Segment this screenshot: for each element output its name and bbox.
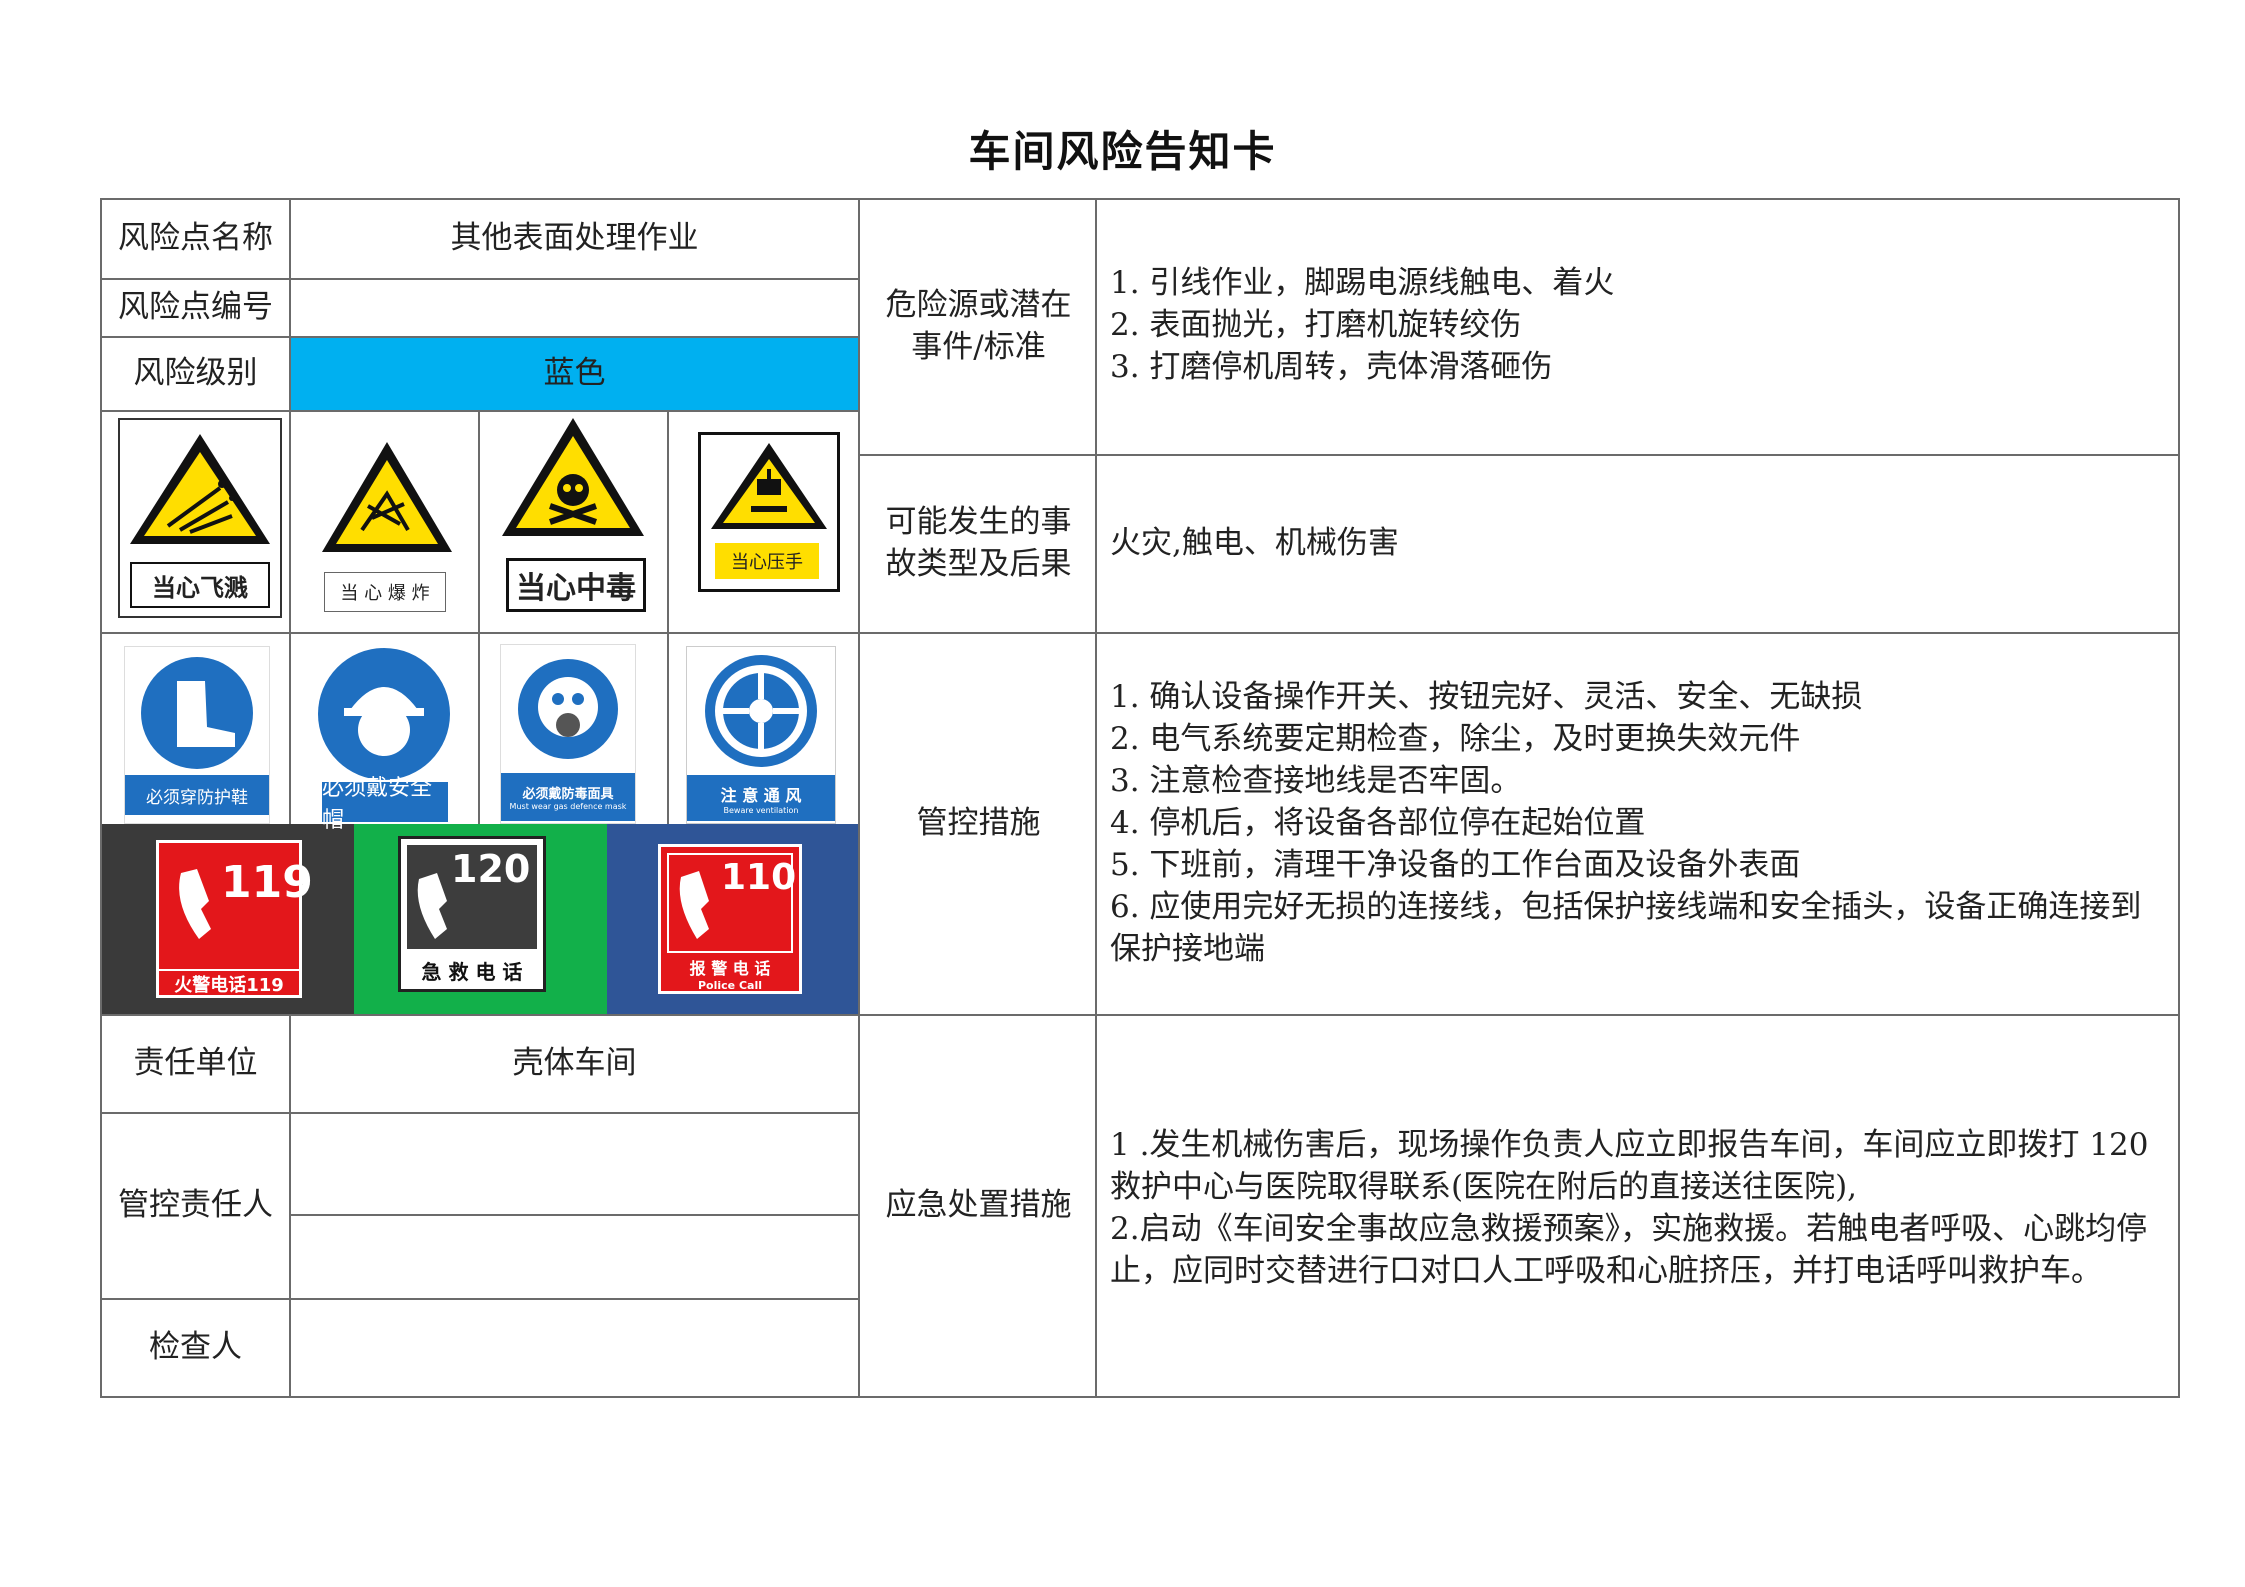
control-item: 4. 停机后，将设备各部位停在起始位置 (1110, 805, 1646, 841)
poison-icon (502, 418, 644, 536)
divider-sign-3 (667, 410, 669, 824)
hazard-item: 2. 表面抛光，打磨机旋转绞伤 (1110, 307, 1522, 343)
mandatory-sign-ventilation: 注 意 通 风 Beware ventilation (686, 646, 836, 824)
phone-label: 急 救 电 话 (421, 959, 523, 984)
mandatory-sign-boots: 必须穿防护鞋 (124, 646, 270, 824)
page-title: 车间风险告知卡 (968, 127, 1277, 176)
divider-sign-2 (478, 410, 480, 824)
mandatory-sign-text: 必须戴防毒面具 Must wear gas defence mask (501, 773, 635, 821)
phone-number: 119 (221, 857, 313, 908)
label-emergency: 应急处置措施 (885, 1187, 1072, 1224)
warning-sign-crush-hand: 当心压手 (698, 432, 840, 592)
mandatory-sign-sub: Beware ventilation (723, 805, 799, 815)
hazard-list: 1. 引线作业，脚踢电源线触电、着火 2. 表面抛光，打磨机旋转绞伤 3. 打磨… (1110, 262, 2165, 388)
row-line-4 (100, 632, 860, 634)
value-checker (291, 1300, 858, 1396)
value-control-person (291, 1114, 858, 1214)
label-hazard-source: 危险源或潜在事件/标准 (885, 287, 1072, 365)
row-line-3 (100, 410, 860, 412)
explosion-icon (322, 442, 452, 552)
warning-sign-flying-debris: 当心飞溅 (118, 418, 282, 618)
accident-text: 火灾,触电、机械伤害 (1110, 525, 1399, 562)
mandatory-sign-label: 必须戴安全帽 (322, 776, 448, 833)
control-item: 2. 电气系统要定期检查，除尘，及时更换失效元件 (1110, 721, 1801, 757)
crush-hand-icon (711, 443, 827, 529)
phone-sign-ambulance: 120 急 救 电 话 (398, 836, 546, 992)
value-responsible-unit: 壳体车间 (512, 1045, 637, 1082)
flying-debris-icon (130, 434, 270, 544)
label-risk-name: 风险点名称 (118, 220, 273, 257)
mandatory-sign-gas-mask: 必须戴防毒面具 Must wear gas defence mask (500, 644, 636, 824)
value-risk-code (291, 280, 858, 336)
warning-sign-label: 当 心 爆 炸 (324, 572, 446, 612)
control-item: 6. 应使用完好无损的连接线，包括保护接线端和安全插头，设备正确连接到保护接地端 (1110, 889, 2142, 967)
value-control-person-2 (291, 1216, 858, 1298)
mandatory-sign-helmet: 必须戴安全帽 (300, 646, 468, 833)
mandatory-sign-label: 注 意 通 风 (720, 785, 802, 805)
label-accident-type: 可能发生的事故类型及后果 (885, 504, 1072, 582)
warning-sign-label: 当心中毒 (506, 558, 646, 612)
emergency-item: 1 .发生机械伤害后，现场操作负责人应立即报告车间，车间应立即拨打 120 救护… (1110, 1127, 2149, 1205)
gas-mask-icon (518, 659, 618, 759)
control-item: 1. 确认设备操作开关、按钮完好、灵活、安全、无缺损 (1110, 679, 1863, 715)
phone-sub: Police Call (697, 978, 762, 992)
ventilation-icon (705, 655, 817, 767)
control-list: 1. 确认设备操作开关、按钮完好、灵活、安全、无缺损 2. 电气系统要定期检查，… (1110, 676, 2170, 970)
divider-sign-1 (289, 410, 291, 824)
border-right (2178, 198, 2180, 1398)
safety-helmet-icon (318, 648, 450, 780)
phone-label-block: 报 警 电 话 Police Call (661, 955, 799, 992)
hazard-item: 3. 打磨停机周转，壳体滑落砸伤 (1110, 349, 1553, 385)
phone-number: 110 (721, 857, 797, 898)
value-risk-name: 其他表面处理作业 (450, 220, 699, 257)
label-risk-level: 风险级别 (133, 355, 258, 392)
label-risk-code: 风险点编号 (118, 289, 273, 326)
phone-sign-fire: 119 火警电话119 (156, 840, 313, 998)
label-control-measures: 管控措施 (916, 805, 1041, 842)
emergency-item: 2.启动《车间安全事故应急救援预案》，实施救援。若触电者呼吸、心跳均停止，应同时… (1110, 1211, 2148, 1289)
label-checker: 检查人 (149, 1329, 242, 1366)
control-item: 3. 注意检查接地线是否牢固。 (1110, 763, 1522, 799)
divider-right (1095, 198, 1097, 1398)
label-responsible-unit: 责任单位 (133, 1045, 258, 1082)
warning-sign-poison: 当心中毒 (496, 412, 650, 618)
warning-sign-explosion: 当 心 爆 炸 (312, 418, 462, 624)
phone-label: 报 警 电 话 (689, 958, 771, 978)
mandatory-sign-label: 必须戴防毒面具 (522, 787, 614, 802)
phone-number: 120 (451, 847, 531, 891)
divider-mid (858, 198, 860, 1398)
label-control-person: 管控责任人 (118, 1187, 273, 1224)
mandatory-sign-label: 必须穿防护鞋 (125, 775, 269, 815)
mandatory-sign-sub: Must wear gas defence mask (509, 802, 627, 811)
value-risk-level: 蓝色 (543, 355, 606, 392)
protective-boots-icon (141, 657, 253, 769)
mandatory-sign-text: 注 意 通 风 Beware ventilation (687, 775, 835, 821)
control-item: 5. 下班前，清理干净设备的工作台面及设备外表面 (1110, 847, 1801, 883)
warning-sign-label: 当心飞溅 (130, 562, 270, 608)
emergency-list: 1 .发生机械伤害后，现场操作负责人应立即报告车间，车间应立即拨打 120 救护… (1110, 1124, 2170, 1292)
hazard-item: 1. 引线作业，脚踢电源线触电、着火 (1110, 265, 1615, 301)
border-bottom (100, 1396, 2180, 1398)
warning-sign-label: 当心压手 (715, 543, 819, 579)
risk-card: 风险点名称 其他表面处理作业 风险点编号 风险级别 蓝色 责任单位 壳体车间 管… (100, 198, 2180, 1398)
phone-label: 火警电话119 (159, 969, 299, 997)
phone-sign-police: 110 报 警 电 话 Police Call (658, 844, 802, 994)
